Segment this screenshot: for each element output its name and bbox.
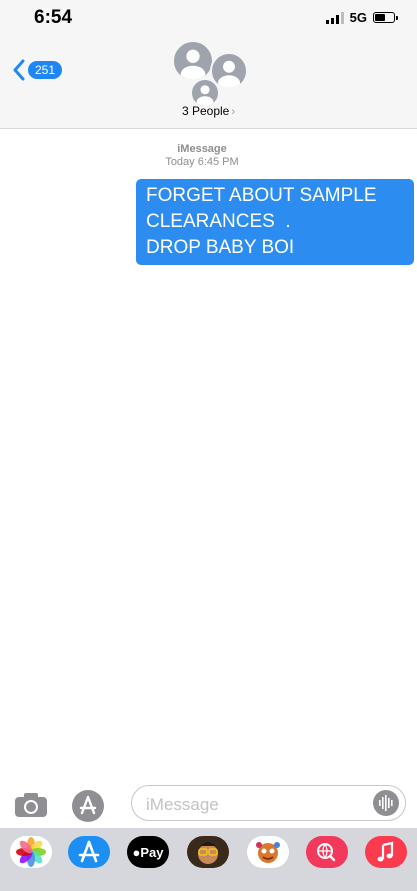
battery-icon xyxy=(373,12,398,23)
unread-count-badge: 251 xyxy=(28,61,63,79)
cellular-signal-icon xyxy=(325,11,344,24)
message-field[interactable] xyxy=(131,785,406,821)
message-timestamp: Today 6:45 PM xyxy=(165,156,239,168)
message-input[interactable] xyxy=(144,793,368,817)
apple-pay-icon[interactable]: ● Pay xyxy=(127,836,169,868)
avatar xyxy=(172,40,214,82)
back-chevron-icon xyxy=(12,59,26,81)
photos-icon[interactable] xyxy=(10,836,52,868)
group-avatar-icon[interactable] xyxy=(172,40,248,108)
apple-logo-icon: ● xyxy=(132,844,141,860)
network-type: 5G xyxy=(349,10,367,25)
chevron-right-icon: › xyxy=(231,106,236,118)
composer-bar xyxy=(0,778,417,828)
app-store-icon[interactable] xyxy=(72,790,104,822)
outgoing-message-bubble[interactable]: FORGET ABOUT SAMPLE CLEARANCES . DROP BA… xyxy=(136,179,414,265)
camera-icon[interactable] xyxy=(14,792,48,818)
music-note-icon[interactable] xyxy=(365,836,407,868)
apple-pay-label: ● Pay xyxy=(127,836,169,868)
thread-meta: iMessage Today 6:45 PM xyxy=(0,143,404,169)
conversation-header: 251 3 People › xyxy=(0,32,417,129)
audio-waveform-icon[interactable] xyxy=(373,790,399,816)
memoji-icon[interactable] xyxy=(187,836,229,868)
service-label: iMessage xyxy=(177,143,227,155)
pay-text: Pay xyxy=(140,844,164,860)
app-drawer: ● Pay xyxy=(0,828,417,891)
status-time: 6:54 xyxy=(34,7,73,28)
animoji-icon[interactable] xyxy=(247,836,289,868)
group-name-label: 3 People xyxy=(181,104,230,118)
status-bar: 6:54 5G xyxy=(0,0,417,32)
back-button[interactable]: 251 xyxy=(12,59,63,81)
globe-search-icon[interactable] xyxy=(306,836,348,868)
app-store-icon[interactable] xyxy=(68,836,110,868)
group-name-button[interactable]: 3 People › xyxy=(0,104,417,118)
status-indicators: 5G xyxy=(325,10,398,25)
